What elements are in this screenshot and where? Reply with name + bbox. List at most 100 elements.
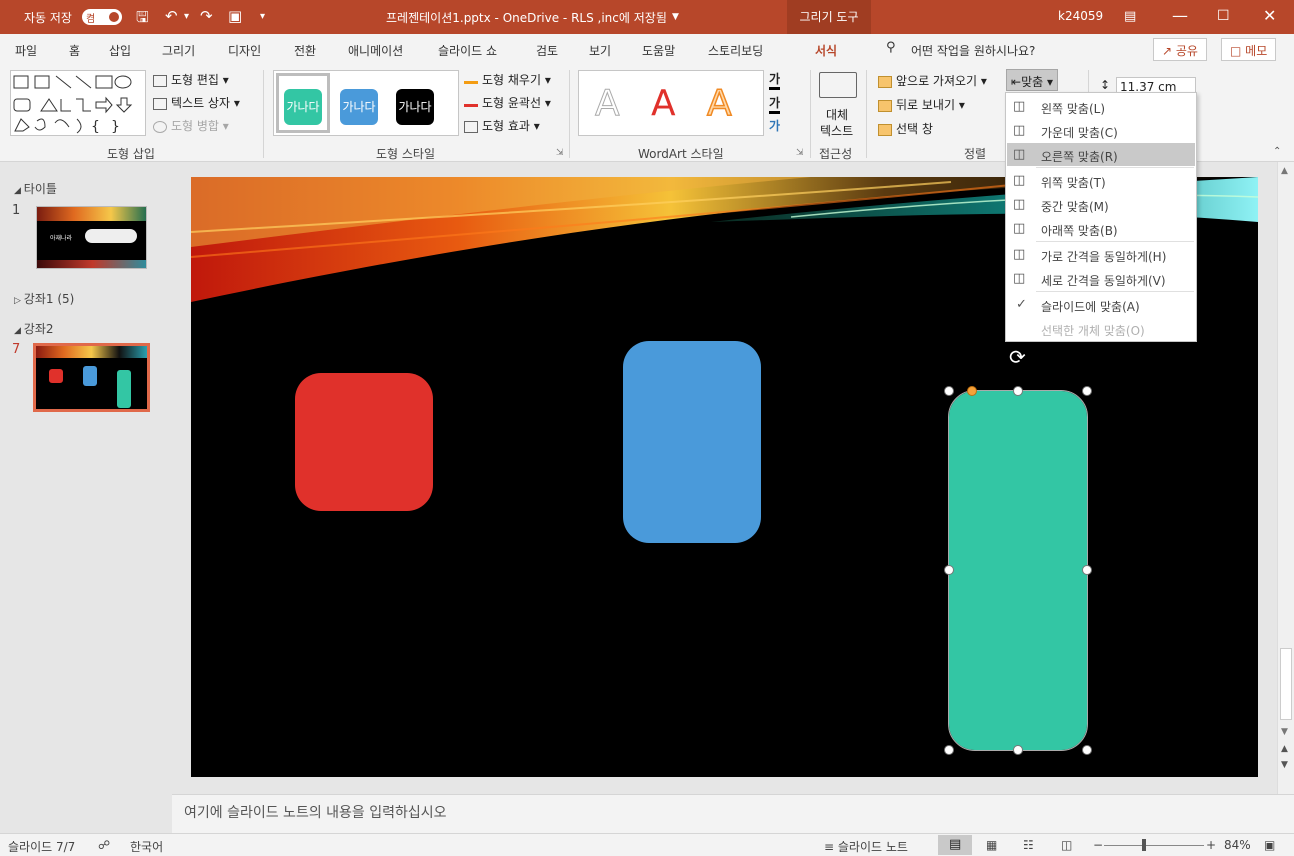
normal-view-button[interactable]: ▤: [938, 835, 972, 855]
resize-handle-top-left[interactable]: [944, 386, 954, 396]
slide-sorter-icon[interactable]: ▦: [986, 838, 997, 852]
user-name[interactable]: k24059: [1058, 9, 1103, 23]
ribbon-display-options-icon[interactable]: ▤: [1124, 9, 1136, 24]
zoom-slider-track[interactable]: [1104, 845, 1204, 846]
menu-distribute-vertically[interactable]: ◫ 세로 간격을 동일하게(V): [1007, 267, 1195, 290]
shape-effects-button[interactable]: 도형 효과 ▾: [464, 117, 540, 134]
scroll-thumb[interactable]: [1280, 648, 1292, 720]
shape-style-black[interactable]: 가나다: [396, 89, 434, 125]
tab-view[interactable]: 보기: [589, 42, 611, 59]
tab-help[interactable]: 도움말: [642, 42, 675, 59]
resize-handle-bottom-right[interactable]: [1082, 745, 1092, 755]
shapes-gallery[interactable]: {}: [10, 70, 146, 136]
maximize-icon[interactable]: ☐: [1217, 8, 1230, 24]
menu-align-left[interactable]: ◫ 왼쪽 맞춤(L): [1007, 95, 1195, 118]
shape-fill-button[interactable]: 도형 채우기 ▾: [464, 71, 551, 88]
notes-button[interactable]: ≡ 슬라이드 노트: [824, 838, 908, 855]
tab-animations[interactable]: 애니메이션: [348, 42, 403, 59]
next-slide-icon[interactable]: ▼: [1281, 760, 1288, 770]
language-indicator[interactable]: 한국어: [130, 838, 163, 855]
slideshow-icon[interactable]: ◫: [1061, 838, 1072, 852]
resize-handle-left[interactable]: [944, 565, 954, 575]
alt-text-icon[interactable]: [819, 72, 857, 98]
menu-align-to-slide[interactable]: ✓ 슬라이드에 맞춤(A): [1007, 293, 1195, 316]
document-title[interactable]: 프레젠테이션1.pptx - OneDrive - RLS ,inc에 저장됨: [386, 9, 667, 26]
edit-shape-button[interactable]: 도형 편집 ▾: [153, 71, 229, 88]
text-fill-button[interactable]: 가: [769, 70, 781, 90]
shape-style-green[interactable]: 가나다: [284, 89, 322, 125]
alt-text-label-2[interactable]: 텍스트: [820, 122, 853, 139]
notes-pane[interactable]: 여기에 슬라이드 노트의 내용을 입력하십시오: [172, 794, 1294, 833]
zoom-slider-thumb[interactable]: [1142, 839, 1146, 851]
alt-text-label-1[interactable]: 대체: [826, 106, 848, 123]
scroll-up-icon[interactable]: ▲: [1281, 166, 1288, 176]
selection-pane-button[interactable]: 선택 창: [878, 120, 933, 137]
adjust-handle[interactable]: [967, 386, 977, 396]
tab-draw[interactable]: 그리기: [162, 42, 195, 59]
title-chevron-down-icon[interactable]: ▼: [672, 12, 679, 22]
wordart-gallery[interactable]: A A A: [578, 70, 764, 136]
menu-align-bottom[interactable]: ◫ 아래쪽 맞춤(B): [1007, 217, 1195, 240]
previous-slide-icon[interactable]: ▲: [1281, 744, 1288, 754]
tab-slideshow[interactable]: 슬라이드 쇼: [438, 42, 497, 59]
scroll-down-icon[interactable]: ▼: [1281, 727, 1288, 737]
minimize-icon[interactable]: —: [1172, 6, 1188, 25]
zoom-in-icon[interactable]: +: [1206, 838, 1216, 852]
merge-shapes-button[interactable]: 도형 병합 ▾: [153, 117, 229, 134]
menu-align-top[interactable]: ◫ 위쪽 맞춤(T): [1007, 169, 1195, 192]
resize-handle-top-right[interactable]: [1082, 386, 1092, 396]
red-rounded-rect[interactable]: [295, 373, 433, 511]
resize-handle-top[interactable]: [1013, 386, 1023, 396]
text-effects-button[interactable]: 가: [769, 117, 780, 134]
menu-align-center[interactable]: ◫ 가운데 맞춤(C): [1007, 119, 1195, 142]
wordart-style-red[interactable]: A: [651, 83, 676, 124]
bring-forward-button[interactable]: 앞으로 가져오기 ▾: [878, 72, 987, 89]
notes-placeholder[interactable]: 여기에 슬라이드 노트의 내용을 입력하십시오: [184, 802, 447, 822]
slide-thumbnail-7[interactable]: [33, 343, 150, 412]
rotate-handle-icon[interactable]: ⟳: [1009, 345, 1026, 369]
resize-handle-right[interactable]: [1082, 565, 1092, 575]
green-rounded-rect[interactable]: [948, 390, 1088, 751]
undo-dropdown-icon[interactable]: ▾: [184, 11, 189, 22]
tab-format[interactable]: 서식: [815, 42, 838, 67]
wordart-style-white[interactable]: A: [595, 83, 621, 125]
shape-style-blue[interactable]: 가나다: [340, 89, 378, 125]
shape-styles-gallery[interactable]: 가나다 가나다 가나다: [273, 70, 459, 136]
undo-icon[interactable]: ↶: [165, 7, 178, 25]
comments-button[interactable]: □ 메모: [1221, 38, 1277, 61]
shape-outline-button[interactable]: 도형 윤곽선 ▾: [464, 94, 551, 111]
close-icon[interactable]: ✕: [1263, 6, 1276, 25]
search-input[interactable]: 어떤 작업을 원하시나요?: [911, 42, 1035, 59]
fit-to-window-icon[interactable]: ▣: [1264, 838, 1275, 852]
menu-align-right[interactable]: ◫ 오른쪽 맞춤(R): [1007, 143, 1195, 166]
tab-insert[interactable]: 삽입: [109, 42, 131, 59]
tab-transitions[interactable]: 전환: [294, 42, 316, 59]
resize-handle-bottom[interactable]: [1013, 745, 1023, 755]
menu-align-selected-objects[interactable]: 선택한 개체 맞춤(O): [1007, 317, 1195, 340]
slide-thumbnail-1[interactable]: 아재나라: [36, 206, 147, 269]
tab-design[interactable]: 디자인: [228, 42, 261, 59]
menu-distribute-horizontally[interactable]: ◫ 가로 간격을 동일하게(H): [1007, 243, 1195, 266]
align-button[interactable]: ⇤맞춤 ▾: [1006, 69, 1058, 91]
send-backward-button[interactable]: 뒤로 보내기 ▾: [878, 96, 965, 113]
collapse-ribbon-icon[interactable]: ⌃: [1273, 146, 1281, 157]
autosave-toggle[interactable]: 켬: [82, 9, 122, 25]
section-lecture2[interactable]: ◢ 강좌2: [14, 320, 54, 337]
reading-view-icon[interactable]: ☷: [1023, 838, 1034, 852]
customize-quick-access-icon[interactable]: ▾: [260, 11, 265, 22]
accessibility-check-icon[interactable]: ☍: [98, 838, 110, 852]
dialog-launcher-icon[interactable]: ⇲: [796, 148, 804, 158]
text-box-button[interactable]: 텍스트 상자 ▾: [153, 94, 240, 111]
wordart-style-orange[interactable]: A: [706, 82, 732, 125]
redo-icon[interactable]: ↷: [200, 7, 213, 25]
section-lecture1[interactable]: ▷ 강좌1 (5): [14, 290, 74, 307]
menu-align-middle[interactable]: ◫ 중간 맞춤(M): [1007, 193, 1195, 216]
tab-storyboarding[interactable]: 스토리보딩: [708, 42, 763, 59]
blue-rounded-rect[interactable]: [623, 341, 761, 543]
tab-review[interactable]: 검토: [536, 42, 558, 59]
resize-handle-bottom-left[interactable]: [944, 745, 954, 755]
search-icon[interactable]: ⚲: [886, 40, 896, 55]
dialog-launcher-icon[interactable]: ⇲: [556, 148, 564, 158]
share-button[interactable]: ↗ 공유: [1153, 38, 1207, 61]
zoom-out-icon[interactable]: −: [1093, 838, 1103, 852]
